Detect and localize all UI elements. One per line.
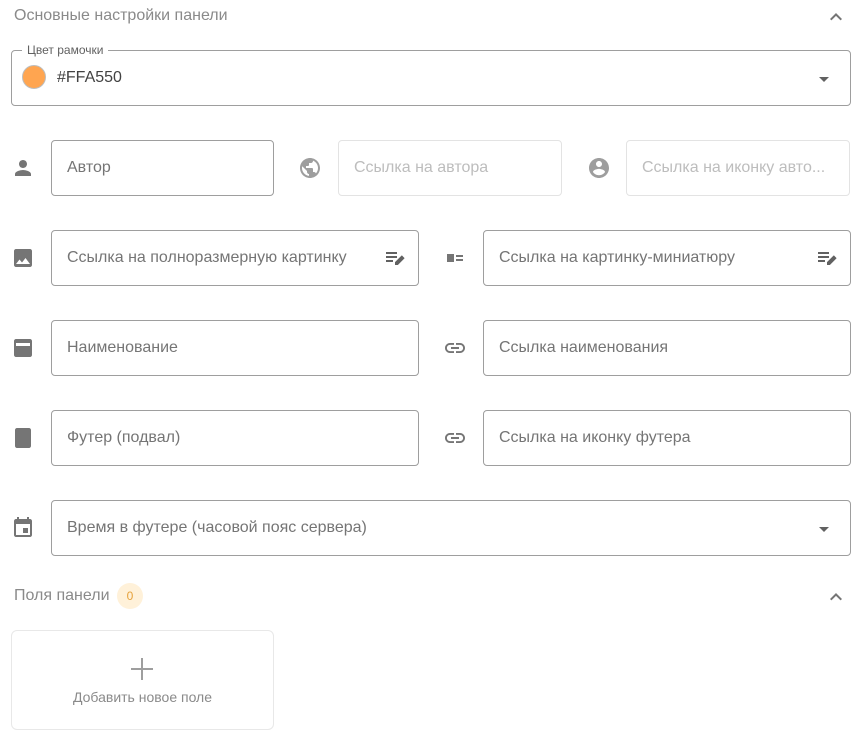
thumbnail-url-input[interactable]: Ссылка на картинку-миниатюру (483, 230, 851, 286)
footer-placeholder: Футер (подвал) (67, 429, 181, 446)
title-input[interactable]: Наименование (51, 320, 419, 376)
footer-icon-url-placeholder: Ссылка на иконку футера (499, 429, 691, 446)
chevron-up-icon (830, 13, 842, 21)
author-icon-url-input[interactable]: Ссылка на иконку авто... (626, 140, 850, 196)
panel-fields-title: Поля панели (14, 587, 110, 604)
image-url-placeholder: Ссылка на полноразмерную картинку (67, 249, 347, 266)
event-icon (11, 516, 35, 540)
link-icon (443, 426, 467, 450)
panel-fields-count-badge: 0 (117, 583, 143, 609)
edit-note-icon[interactable] (815, 246, 839, 270)
account-circle-icon (587, 156, 611, 180)
image-url-input[interactable]: Ссылка на полноразмерную картинку (51, 230, 419, 286)
color-swatch (22, 65, 46, 89)
collapse-main-settings-button[interactable] (824, 5, 848, 29)
author-input[interactable]: Автор (51, 140, 274, 196)
add-field-label: Добавить новое поле (72, 689, 213, 705)
author-placeholder: Автор (67, 159, 111, 176)
person-icon (11, 156, 35, 180)
footer-time-placeholder: Время в футере (часовой пояс сервера) (67, 519, 367, 536)
border-color-value: #FFA550 (57, 69, 122, 86)
title-placeholder: Наименование (67, 339, 178, 356)
footer-icon-url-input[interactable]: Ссылка на иконку футера (483, 410, 851, 466)
image-icon (11, 246, 35, 270)
chevron-up-icon (830, 593, 842, 601)
caret-down-icon (812, 517, 836, 541)
caret-down-icon (812, 67, 836, 91)
collapse-panel-fields-button[interactable] (824, 585, 848, 609)
title-url-placeholder: Ссылка наименования (499, 339, 669, 356)
featured-video-icon (443, 246, 467, 270)
main-settings-title: Основные настройки панели (14, 7, 228, 24)
footer-input[interactable]: Футер (подвал) (51, 410, 419, 466)
author-url-input[interactable]: Ссылка на автора (338, 140, 562, 196)
author-url-placeholder: Ссылка на автора (354, 159, 489, 176)
add-field-button[interactable]: Добавить новое поле (11, 630, 274, 730)
globe-icon (298, 156, 322, 180)
author-icon-url-placeholder: Ссылка на иконку авто... (642, 159, 826, 176)
calendar-view-day-icon (11, 336, 35, 360)
thumbnail-url-placeholder: Ссылка на картинку-миниатюру (499, 249, 735, 266)
link-icon (443, 336, 467, 360)
edit-note-icon[interactable] (383, 246, 407, 270)
footer-time-select[interactable]: Время в футере (часовой пояс сервера) (51, 500, 851, 556)
book-icon (11, 426, 35, 450)
title-url-input[interactable]: Ссылка наименования (483, 320, 851, 376)
border-color-select[interactable]: Цвет рамочки #FFA550 (11, 43, 851, 106)
plus-icon (130, 657, 154, 681)
